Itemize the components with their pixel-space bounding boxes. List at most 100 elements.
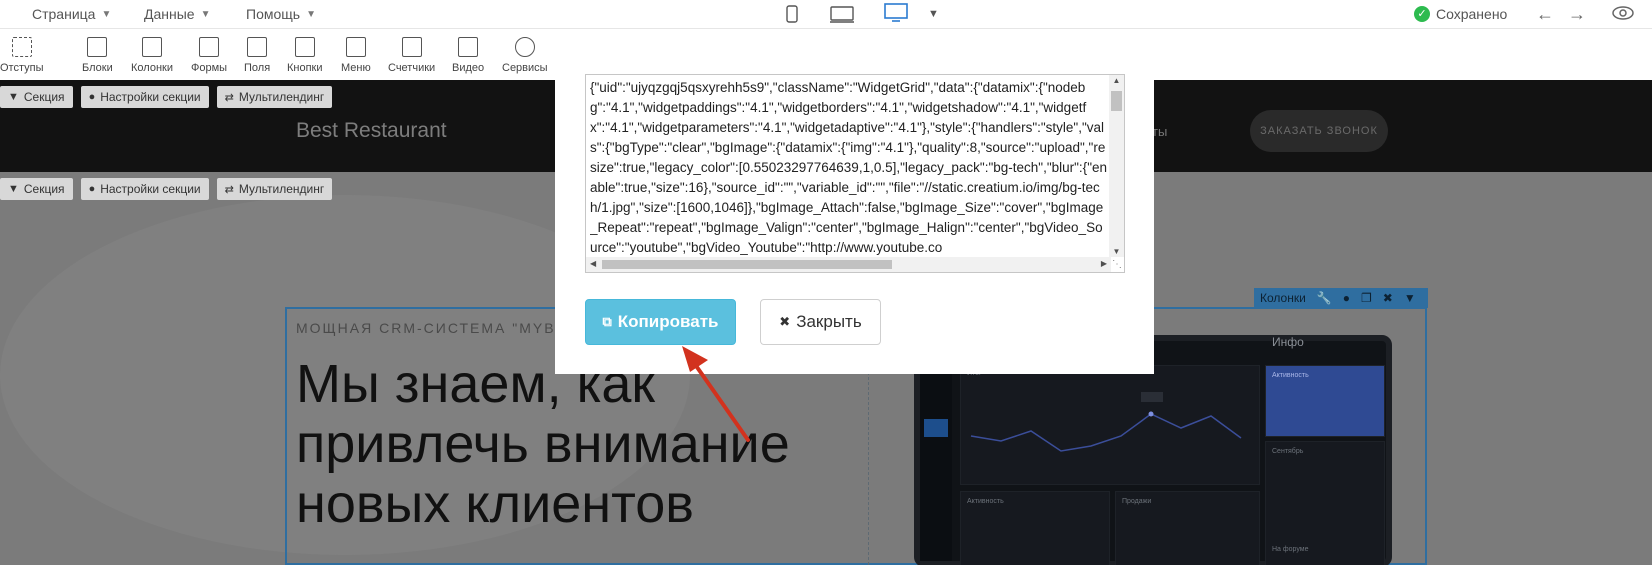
tool-forms[interactable]: Формы — [191, 37, 227, 74]
hero-subtitle: МОЩНАЯ CRM-СИСТЕМА "MYB — [296, 320, 556, 336]
tool-counters[interactable]: Счетчики — [388, 37, 435, 74]
copy-icon[interactable]: ❐ — [1361, 291, 1372, 305]
tool-label: Видео — [452, 62, 485, 74]
form-icon — [199, 37, 220, 57]
chevron-down-icon: ▼ — [8, 91, 19, 103]
paddings-icon — [11, 37, 32, 57]
mockup-panel-title: Активность — [967, 498, 1004, 505]
mockup-chart-panel: Итог — [960, 365, 1260, 485]
chevron-down-icon: ▼ — [101, 8, 112, 20]
tool-label: Формы — [191, 62, 228, 74]
menu-page-label: Страница — [32, 6, 96, 22]
video-icon — [458, 37, 479, 57]
tablet-icon[interactable] — [830, 5, 854, 23]
tool-columns[interactable]: Колонки — [131, 37, 173, 74]
code-text: {"uid":"ujyqzgqj5qsxyrehh5s9","className… — [590, 80, 1108, 255]
columns-icon — [141, 37, 162, 57]
mockup-info-title: Инфо — [1272, 335, 1304, 349]
preview-eye-icon[interactable] — [1612, 5, 1634, 21]
undo-icon[interactable]: ← — [1536, 4, 1554, 25]
tool-menu[interactable]: Меню — [341, 37, 371, 74]
menu-help[interactable]: Помощь ▼ — [246, 0, 316, 28]
order-call-button[interactable]: ЗАКАЗАТЬ ЗВОНОК — [1250, 110, 1388, 152]
chevron-down-icon[interactable]: ▼ — [1404, 291, 1416, 305]
desktop-icon[interactable] — [884, 3, 908, 23]
section-settings-button[interactable]: ● Настройки секции — [80, 86, 209, 108]
save-status: ✓ Сохранено — [1414, 0, 1507, 28]
section-settings-button[interactable]: ● Настройки секции — [80, 178, 209, 200]
copy-button-label: Копировать — [617, 312, 719, 331]
chevron-down-icon: ▼ — [8, 183, 19, 195]
mockup-sales-panel: Продажи — [1115, 491, 1260, 565]
redo-icon[interactable]: → — [1568, 4, 1586, 25]
wrench-icon[interactable]: 🔧 — [1317, 291, 1332, 305]
site-logo: Best Restaurant — [296, 119, 447, 142]
cursor-button-icon — [294, 37, 315, 57]
multilanding-label: Мультилендинг — [238, 90, 325, 104]
vertical-scrollbar[interactable]: ▲ ▼ — [1109, 75, 1124, 257]
scroll-right-icon[interactable]: ▶ — [1101, 259, 1107, 268]
tool-video[interactable]: Видео — [452, 37, 484, 74]
header-nav-fragment: ты — [1152, 124, 1168, 139]
section-button[interactable]: ▼ Секция — [0, 86, 73, 108]
tool-label: Сервисы — [502, 62, 548, 74]
tool-label: Поля — [244, 62, 271, 74]
mockup-sidebar-item — [924, 419, 948, 437]
save-status-label: Сохранено — [1436, 6, 1508, 22]
tool-label: Кнопки — [287, 62, 323, 74]
tool-services[interactable]: Сервисы — [502, 37, 548, 74]
tool-paddings[interactable]: Отступы — [0, 37, 44, 74]
block-icon — [87, 37, 108, 57]
top-bar: Страница ▼ Данные ▼ Помощь ▼ ▼ ✓ Сохранено … — [0, 0, 1652, 28]
code-textarea[interactable]: {"uid":"ujyqzgqj5qsxyrehh5s9","className… — [585, 74, 1125, 273]
section-button[interactable]: ▼ Секция — [0, 178, 73, 200]
drop-icon[interactable]: ● — [1343, 291, 1350, 305]
shuffle-icon: ⇄ — [224, 91, 234, 104]
close-icon: ✖ — [779, 314, 791, 329]
close-button[interactable]: ✖ Закрыть — [760, 299, 881, 345]
scroll-up-icon[interactable]: ▲ — [1109, 76, 1124, 85]
counter-icon — [401, 37, 422, 57]
shuffle-icon: ⇄ — [224, 183, 234, 196]
menu-help-label: Помощь — [246, 6, 301, 22]
section-controls-header: ▼ Секция ● Настройки секции ⇄ Мультилендинг — [0, 86, 333, 108]
delete-icon[interactable]: ✖ — [1383, 291, 1393, 305]
horizontal-scrollbar[interactable]: ◀ ▶ — [586, 257, 1111, 272]
mobile-icon[interactable] — [786, 5, 798, 23]
section-label: Секция — [23, 90, 65, 104]
multilanding-button[interactable]: ⇄ Мультилендинг — [216, 86, 333, 108]
vertical-scroll-thumb[interactable] — [1111, 91, 1122, 111]
tool-fields[interactable]: Поля — [244, 37, 270, 74]
menu-data[interactable]: Данные ▼ — [144, 0, 211, 28]
mockup-calendar-month: Сентябрь — [1272, 448, 1304, 455]
tool-buttons[interactable]: Кнопки — [287, 37, 323, 74]
close-button-label: Закрыть — [796, 312, 862, 331]
tool-label: Отступы — [0, 62, 44, 74]
tool-label: Колонки — [131, 62, 173, 74]
horizontal-scroll-thumb[interactable] — [602, 260, 892, 269]
mockup-activity-panel: Активность — [1265, 365, 1385, 437]
tool-label: Блоки — [82, 62, 113, 74]
export-code-dialog: {"uid":"ujyqzgqj5qsxyrehh5s9","className… — [555, 44, 1154, 374]
section-controls-hero: ▼ Секция ● Настройки секции ⇄ Мультилендинг — [0, 178, 333, 200]
scroll-left-icon[interactable]: ◀ — [590, 259, 596, 268]
headline-line: новых клиентов — [296, 474, 694, 534]
mockup-forum-title: На форуме — [1272, 546, 1309, 553]
check-icon: ✓ — [1414, 6, 1430, 22]
mockup-panel-title: Активность — [1272, 372, 1309, 379]
tool-blocks[interactable]: Блоки — [82, 37, 113, 74]
resize-grip-icon[interactable]: ⋱ — [1111, 259, 1123, 271]
multilanding-button[interactable]: ⇄ Мультилендинг — [216, 178, 333, 200]
chevron-down-icon[interactable]: ▼ — [928, 0, 939, 28]
copy-button[interactable]: ⧉ Копировать — [585, 299, 736, 345]
copy-icon: ⧉ — [602, 314, 612, 329]
tool-label: Меню — [341, 62, 371, 74]
chevron-down-icon: ▼ — [306, 8, 316, 20]
menu-page[interactable]: Страница ▼ — [32, 0, 111, 28]
columns-tag-label: Колонки — [1260, 291, 1306, 305]
headline-line: привлечь внимание — [296, 414, 790, 474]
thumbs-up-icon — [514, 37, 535, 57]
drop-icon: ● — [88, 183, 96, 195]
scroll-down-icon[interactable]: ▼ — [1109, 247, 1124, 256]
columns-widget-toolbar: Колонки 🔧 ● ❐ ✖ ▼ — [1254, 288, 1428, 308]
